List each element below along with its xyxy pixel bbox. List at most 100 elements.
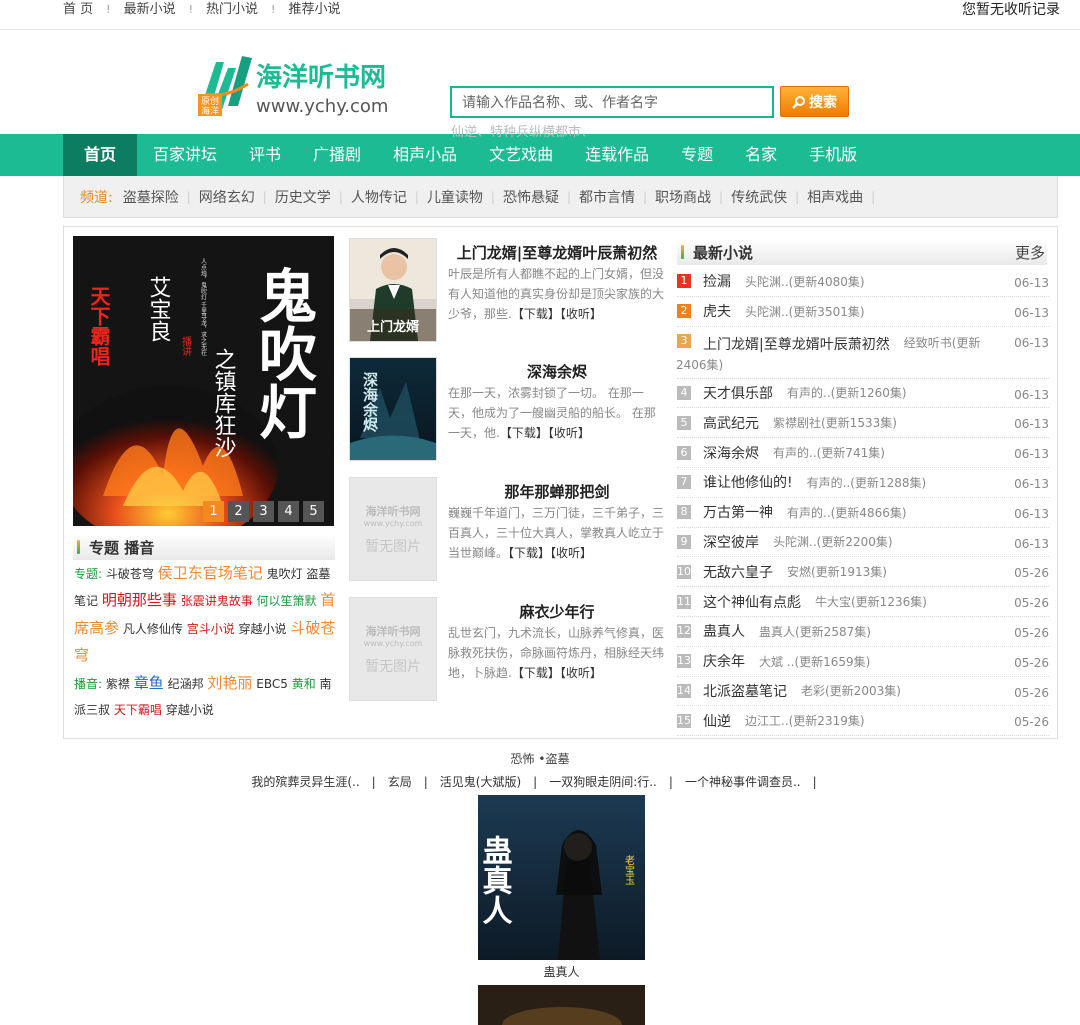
topic-tag[interactable]: 穿越小说 — [166, 703, 214, 717]
rank-book-title[interactable]: 蛊真人 — [703, 621, 745, 641]
search-input[interactable] — [450, 86, 774, 118]
listen-link[interactable]: 【收听】 — [548, 426, 590, 440]
ranking-row[interactable]: 8 万古第一神 有声的..(更新4866集) 06-13 — [677, 498, 1049, 528]
rank-book-title[interactable]: 上门龙婿|至尊龙婿叶辰萧初然 — [703, 334, 890, 354]
channel-item[interactable]: 恐怖悬疑 — [495, 187, 567, 207]
rank-book-title[interactable]: 这个神仙有点彪 — [703, 592, 801, 612]
hot-link[interactable]: 我的殡葬灵异生涯(.. — [251, 775, 359, 789]
site-logo[interactable]: 原创 海洋 海洋听书网 www.ychy.com — [198, 54, 420, 118]
top-link-hot[interactable]: 热门小说 — [206, 0, 258, 20]
book-card[interactable]: 海洋听书网 www.ychy.com 暂无图片 麻衣少年行 乱世玄门，九术流长，… — [349, 597, 667, 702]
top-link-home[interactable]: 首 页 — [63, 0, 93, 20]
ranking-row[interactable]: 7 谁让他修仙的! 有声的..(更新1288集) 06-13 — [677, 468, 1049, 498]
download-link[interactable]: 【下载】 — [500, 426, 548, 440]
ranking-row[interactable]: 6 深海余烬 有声的..(更新741集) 06-13 — [677, 438, 1049, 468]
topic-tag[interactable]: 天下霸唱 — [114, 703, 162, 717]
ranking-row[interactable]: 12 蛊真人 蛊真人(更新2587集) 05-26 — [677, 617, 1049, 647]
download-link[interactable]: 【下载】 — [512, 307, 560, 321]
listen-link[interactable]: 【收听】 — [560, 307, 602, 321]
topic-tag[interactable]: 紫襟 — [106, 677, 130, 691]
slider-page-dot[interactable]: 5 — [303, 501, 324, 522]
channel-item[interactable]: 传统武侠 — [723, 187, 795, 207]
nav-item-topics[interactable]: 专题 — [665, 134, 729, 176]
rank-book-title[interactable]: 无敌六皇子 — [703, 562, 773, 582]
topic-tag[interactable]: 宫斗小说 — [187, 622, 235, 636]
book-cover[interactable]: 上门龙婿 — [349, 238, 437, 342]
ranking-row[interactable]: 14 北派盗墓笔记 老彩(更新2003集) 05-26 — [677, 677, 1049, 707]
hot-link[interactable]: 一双狗眼走阴间:行.. — [549, 775, 657, 789]
ranking-row[interactable]: 9 深空彼岸 头陀渊..(更新2200集) 06-13 — [677, 528, 1049, 558]
topic-tag[interactable]: 鬼吹灯 — [267, 567, 303, 581]
ranking-row[interactable]: 3 上门龙婿|至尊龙婿叶辰萧初然 经致听书(更新 06-13 2406集) — [676, 327, 1049, 379]
nav-item-masters[interactable]: 名家 — [729, 134, 793, 176]
ranking-row[interactable]: 5 高武纪元 紫襟剧社(更新1533集) 06-13 — [677, 408, 1049, 439]
rank-book-title[interactable]: 万古第一神 — [703, 502, 773, 522]
channel-item[interactable]: 网络玄幻 — [191, 187, 263, 207]
channel-item[interactable]: 职场商战 — [647, 187, 719, 207]
rank-book-title[interactable]: 天才俱乐部 — [703, 383, 773, 403]
nav-item-radio-drama[interactable]: 广播剧 — [297, 134, 377, 176]
ranking-row[interactable]: 11 这个神仙有点彪 牛大宝(更新1236集) 05-26 — [677, 587, 1049, 617]
book-title[interactable]: 麻衣少年行 — [447, 601, 667, 622]
topic-tag[interactable]: 章鱼 — [134, 674, 164, 692]
channel-item[interactable]: 盗墓探险 — [115, 187, 187, 207]
hot-link[interactable]: 一个神秘事件调查员.. — [685, 775, 801, 789]
book-card[interactable]: 深海余烬 深海余烬 在那一天，浓雾封锁了一切。 在那一天，他成为了一艘幽灵船的船… — [349, 357, 667, 462]
channel-item[interactable]: 历史文学 — [267, 187, 339, 207]
slider-page-dot[interactable]: 3 — [253, 501, 274, 522]
ranking-row[interactable]: 4 天才俱乐部 有声的..(更新1260集) 06-13 — [677, 379, 1049, 409]
rank-book-title[interactable]: 庆余年 — [703, 651, 745, 671]
rank-book-title[interactable]: 虎夫 — [703, 301, 731, 321]
book-title[interactable]: 那年那蝉那把剑 — [447, 481, 667, 502]
nav-item-crosstalk[interactable]: 相声小品 — [377, 134, 473, 176]
rank-book-title[interactable]: 深海余烬 — [703, 443, 759, 463]
rank-book-title[interactable]: 高武纪元 — [703, 413, 759, 433]
download-link[interactable]: 【下载】 — [512, 666, 560, 680]
topic-tag[interactable]: 纪涵邦 — [168, 677, 204, 691]
ranking-row[interactable]: 13 庆余年 大斌 ..(更新1659集) 05-26 — [677, 647, 1049, 677]
rank-book-title[interactable]: 北派盗墓笔记 — [703, 681, 787, 701]
ranking-row[interactable]: 2 虎夫 头陀渊..(更新3501集) 06-13 — [677, 297, 1049, 327]
featured-book-name[interactable]: 蛊真人 — [478, 963, 645, 980]
slider-page-dot[interactable]: 2 — [228, 501, 249, 522]
featured-slider[interactable]: 天下霸唱 艾宝良 人点烛，鬼吹灯 千里寻龙，求之无在 播讲 鬼吹灯 之镇库狂沙 … — [73, 236, 334, 526]
more-link[interactable]: 更多 — [1015, 242, 1045, 263]
hot-link[interactable]: 玄局 — [388, 775, 412, 789]
book-cover[interactable]: 海洋听书网 www.ychy.com 暂无图片 — [349, 597, 437, 701]
featured-cover[interactable]: 蛊真人 老宝玉 — [478, 795, 645, 960]
download-link[interactable]: 【下载】 — [508, 546, 550, 560]
nav-item-home[interactable]: 首页 — [63, 134, 138, 176]
slider-page-dot[interactable]: 4 — [278, 501, 299, 522]
slider-page-dot[interactable]: 1 — [203, 501, 224, 522]
rank-book-title[interactable]: 捡漏 — [703, 271, 731, 291]
topic-tag[interactable]: 侯卫东官场笔记 — [158, 564, 263, 582]
ranking-row[interactable]: 15 仙逆 边江工..(更新2319集) 05-26 — [677, 706, 1049, 737]
listen-link[interactable]: 【收听】 — [550, 546, 592, 560]
ranking-row[interactable]: 1 捡漏 头陀渊..(更新4080集) 06-13 — [677, 267, 1049, 297]
rank-book-title[interactable]: 谁让他修仙的! — [703, 472, 793, 492]
book-card[interactable]: 上门龙婿 上门龙婿|至尊龙婿叶辰萧初然 叶辰是所有人都瞧不起的上门女婿，但没有人… — [349, 238, 667, 343]
topic-tag[interactable]: 刘艳丽 — [207, 674, 252, 692]
book-cover[interactable]: 深海余烬 — [349, 357, 437, 461]
channel-item[interactable]: 人物传记 — [343, 187, 415, 207]
topic-tag[interactable]: 张震讲鬼故事 — [181, 594, 253, 608]
topic-tag[interactable]: 穿越小说 — [239, 622, 287, 636]
search-button[interactable]: 搜索 — [780, 86, 849, 117]
ranking-row[interactable]: 10 无敌六皇子 安燃(更新1913集) 05-26 — [677, 557, 1049, 588]
topic-tag[interactable]: 斗破苍穹 — [106, 567, 154, 581]
nav-item-pingshu[interactable]: 评书 — [233, 134, 297, 176]
listen-history[interactable]: 您暂无收听记录 — [962, 0, 1060, 20]
listen-link[interactable]: 【收听】 — [560, 666, 602, 680]
nav-item-serial[interactable]: 连载作品 — [569, 134, 665, 176]
top-link-recommend[interactable]: 推荐小说 — [288, 0, 340, 20]
book-title[interactable]: 深海余烬 — [447, 361, 667, 382]
hot-category[interactable]: 恐怖 •盗墓 — [0, 750, 1080, 767]
topic-tag[interactable]: 黄和 — [292, 677, 316, 691]
book-card[interactable]: 海洋听书网 www.ychy.com 暂无图片 那年那蝉那把剑 巍巍千年道门，三… — [349, 477, 667, 582]
book-cover[interactable]: 海洋听书网 www.ychy.com 暂无图片 — [349, 477, 437, 581]
channel-item[interactable]: 相声戏曲 — [799, 187, 871, 207]
nav-item-opera[interactable]: 文艺戏曲 — [473, 134, 569, 176]
featured-cover-next[interactable] — [478, 985, 645, 1025]
topic-tag[interactable]: 何以笙箫默 — [257, 594, 317, 608]
nav-item-lecture[interactable]: 百家讲坛 — [137, 134, 233, 176]
